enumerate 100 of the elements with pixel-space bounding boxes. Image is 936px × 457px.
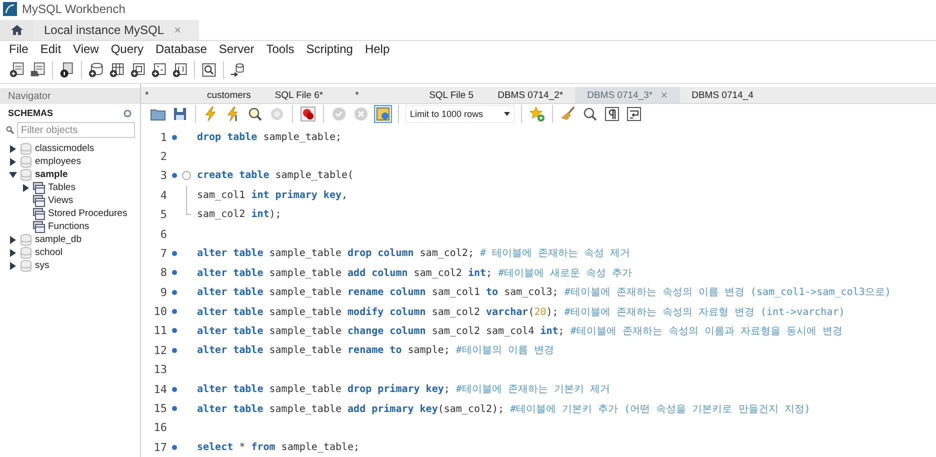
editor-tab[interactable]: * <box>141 87 195 104</box>
code-line: alter table sample_table rename to sample; #테이블의 이름 변경 <box>197 344 554 358</box>
tab-label: DBMS 0714_4 <box>692 90 754 101</box>
line-number: 3 <box>159 169 167 182</box>
menu-item[interactable]: Server <box>212 42 260 56</box>
create-procedure-icon <box>151 61 167 79</box>
search-icon <box>6 126 14 134</box>
toolbar-button[interactable] <box>581 105 599 124</box>
tree-item[interactable]: employees <box>35 156 81 167</box>
menu-item[interactable]: Scripting <box>300 42 359 56</box>
toolbar-button[interactable] <box>8 61 26 79</box>
menu-item[interactable]: Database <box>150 42 213 56</box>
toolbar-button[interactable] <box>108 61 126 79</box>
line-number: 5 <box>159 208 167 222</box>
tree-item[interactable]: sample <box>35 169 68 180</box>
tab-label: DBMS 0714_3* <box>587 90 653 101</box>
menu-item[interactable]: View <box>67 42 105 56</box>
tab-label: * <box>145 90 149 101</box>
line-number: 13 <box>152 363 167 376</box>
menu-item[interactable]: Help <box>358 42 396 56</box>
editor-tab[interactable]: * <box>335 87 418 104</box>
toolbar-button[interactable] <box>229 61 247 79</box>
editor-tab[interactable]: SQL File 5 <box>417 87 486 104</box>
line-number: 4 <box>159 188 167 202</box>
filter-field[interactable]: Filter objects <box>17 122 135 138</box>
home-button[interactable] <box>0 20 34 40</box>
line-number: 1 <box>159 130 167 144</box>
fold-toggle[interactable] <box>182 171 191 180</box>
expanded-arrow-icon[interactable] <box>8 170 16 178</box>
navigator-header: Navigator <box>0 88 140 104</box>
toolbar-button[interactable] <box>129 61 147 79</box>
collapsed-arrow-icon[interactable] <box>8 236 16 244</box>
menu-item[interactable]: Query <box>104 42 150 56</box>
tree-item[interactable]: school <box>35 247 62 258</box>
menu-item[interactable]: Edit <box>34 42 68 56</box>
toolbar-button[interactable] <box>171 61 189 79</box>
code-line: alter table sample_table modify column sam_col2 varchar(20); #테이블에 존재하는 속성의 자료형 변경 (int->varchar) <box>197 306 845 319</box>
line-number: 7 <box>159 246 167 260</box>
editor-tab[interactable]: customers <box>195 87 263 104</box>
editor-tab[interactable]: DBMS 0714_2* <box>486 87 576 104</box>
toolbar-button[interactable] <box>603 105 621 124</box>
line-number: 12 <box>152 344 167 357</box>
window-title: MySQL Workbench <box>22 2 126 16</box>
code-line: drop table sample_table; <box>197 132 342 143</box>
tree-item[interactable]: Tables <box>48 182 76 193</box>
tab-label: SQL File 6* <box>274 90 324 101</box>
broom-icon <box>560 106 576 122</box>
tree-item[interactable]: Functions <box>48 221 90 232</box>
tree-item[interactable]: classicmodels <box>35 143 94 154</box>
limit-rows-dropdown[interactable]: Limit to 1000 rows <box>405 105 515 124</box>
database-icon <box>20 156 32 168</box>
create-function-icon <box>172 61 188 79</box>
tab-label: * <box>355 90 359 101</box>
line-number: 6 <box>159 228 167 240</box>
line-number: 8 <box>159 266 167 280</box>
toolbar-button[interactable] <box>150 61 168 79</box>
code-line: alter table sample_table add primary key(sam_col2); #테이블에 기본키 추가 (어떤 속성을 기본키로 만들건지 지정) <box>197 402 810 416</box>
line-number: 9 <box>159 286 167 299</box>
tree-item[interactable]: Views <box>48 195 74 206</box>
database-icon <box>20 246 32 258</box>
editor-tab[interactable]: DBMS 0714_4 <box>680 87 766 104</box>
editor-tab[interactable]: SQL File 6* <box>262 87 336 104</box>
menu-item[interactable]: File <box>3 42 34 56</box>
schemas-heading: SCHEMAS <box>8 108 54 118</box>
collapsed-arrow-icon[interactable] <box>8 262 16 270</box>
tree-item[interactable]: sys <box>35 260 50 271</box>
home-icon <box>10 24 24 36</box>
code-line: alter table sample_table change column sam_col2 sam_col4 int; #테이블에 존재하는 속성의 이름과 자료형을 동시에 변경 <box>197 324 842 338</box>
toolbar-button[interactable] <box>87 61 105 79</box>
stop-icon <box>269 106 285 122</box>
line-number: 10 <box>152 305 167 318</box>
table-group-icon <box>33 220 45 232</box>
code-line: alter table sample_table drop column sam_col2; # 테이블에 존재하는 속성 제거 <box>197 247 630 260</box>
caret-icon <box>504 112 510 116</box>
code-line: select * from sample_table; <box>197 442 360 453</box>
collapsed-arrow-icon[interactable] <box>8 144 16 152</box>
toolbar-button[interactable] <box>625 105 643 124</box>
check-icon <box>331 106 347 122</box>
tree-item[interactable]: Stored Procedures <box>48 208 128 219</box>
toolbar-button[interactable] <box>200 61 218 79</box>
create-table-icon <box>109 61 125 79</box>
code-line: create table sample_table( <box>197 170 354 182</box>
connection-tab[interactable]: Local instance MySQL × <box>34 20 200 40</box>
database-icon <box>20 234 32 246</box>
table-group-icon <box>33 182 45 194</box>
menu-item[interactable]: Tools <box>260 42 300 56</box>
editor-tab[interactable]: DBMS 0714_3* × <box>575 87 680 104</box>
code-line: alter table sample_table rename column sam_col1 to sam_col3; #테이블에 존재하는 속성의 이름 변경 (sam_col1->sam_col3으로) <box>197 286 891 300</box>
collapsed-arrow-icon[interactable] <box>8 248 16 256</box>
code-line: alter table sample_table add column sam_col2 int; #테이블에 새로운 속성 추가 <box>197 266 632 280</box>
open-sql-file-icon <box>30 61 46 79</box>
create-view-icon <box>130 61 146 79</box>
collapsed-arrow-icon[interactable] <box>8 158 16 166</box>
toolbar-button[interactable] <box>29 61 47 79</box>
table-group-icon <box>33 194 45 206</box>
tree-item[interactable]: sample_db <box>35 234 82 245</box>
dropdown-value: Limit to 1000 rows <box>410 109 484 120</box>
code-line: sam_col1 int primary key, <box>197 190 348 201</box>
collapsed-arrow-icon[interactable] <box>22 184 30 192</box>
table-group-icon <box>33 208 45 220</box>
